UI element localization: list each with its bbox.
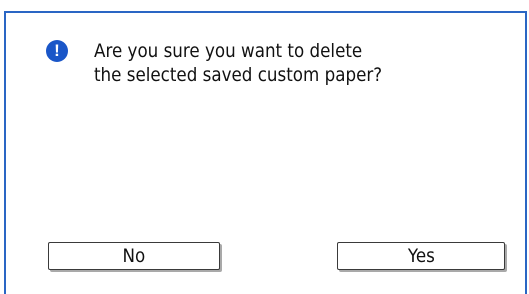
screen: ! Are you sure you want to delete the se… [0,0,529,294]
exclamation-icon: ! [46,40,68,62]
no-button[interactable]: No [48,242,220,270]
dialog-message: Are you sure you want to delete the sele… [94,39,446,87]
dialog-message-line-1: Are you sure you want to delete [94,40,363,62]
yes-button-label: Yes [407,245,435,267]
confirm-delete-dialog: ! Are you sure you want to delete the se… [4,11,527,294]
yes-button[interactable]: Yes [337,242,505,270]
no-button-label: No [122,245,146,267]
dialog-message-line-2: the selected saved custom paper? [94,64,383,86]
